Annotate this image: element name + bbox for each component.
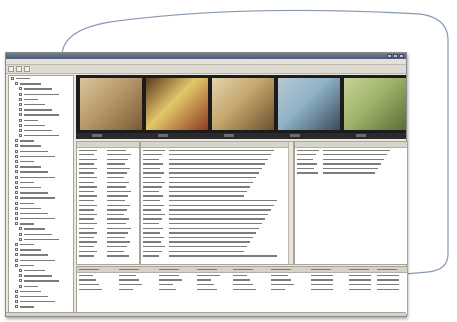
expand-icon[interactable]	[15, 175, 18, 179]
expand-icon[interactable]	[19, 92, 22, 96]
frame-landscape[interactable]	[344, 78, 406, 130]
properties-panel[interactable]	[76, 141, 140, 265]
expand-icon[interactable]	[15, 149, 18, 153]
expand-icon[interactable]	[15, 139, 18, 143]
expand-icon[interactable]	[15, 160, 18, 163]
expand-icon[interactable]	[15, 144, 18, 148]
application-window	[5, 52, 408, 317]
expand-icon[interactable]	[19, 284, 22, 288]
expand-icon[interactable]	[15, 196, 18, 200]
expand-icon[interactable]	[19, 118, 22, 122]
thumbnail-captions	[76, 133, 406, 139]
expand-icon[interactable]	[19, 97, 22, 101]
expand-icon[interactable]	[15, 243, 18, 246]
expand-icon[interactable]	[15, 263, 18, 267]
expand-icon[interactable]	[15, 305, 18, 309]
expand-icon[interactable]	[19, 102, 22, 106]
back-icon[interactable]	[8, 66, 14, 72]
expand-icon[interactable]	[19, 227, 22, 231]
expand-icon[interactable]	[19, 128, 22, 132]
expand-icon[interactable]	[19, 123, 22, 127]
expand-icon[interactable]	[15, 211, 18, 215]
expand-icon[interactable]	[11, 77, 14, 80]
expand-icon[interactable]	[19, 274, 22, 278]
navigation-tree[interactable]	[8, 75, 74, 315]
list-item[interactable]	[295, 171, 407, 176]
expand-icon[interactable]	[15, 191, 18, 195]
list-item[interactable]	[141, 254, 293, 259]
minimize-button[interactable]	[387, 54, 392, 58]
forward-icon[interactable]	[16, 66, 22, 72]
frame-machinery[interactable]	[212, 78, 274, 130]
table-row[interactable]	[77, 307, 407, 312]
details-panel[interactable]	[294, 141, 408, 265]
expand-icon[interactable]	[19, 232, 22, 236]
expand-icon[interactable]	[19, 113, 22, 117]
expand-icon[interactable]	[15, 289, 18, 293]
maximize-button[interactable]	[393, 54, 398, 58]
expand-icon[interactable]	[15, 253, 18, 257]
list-item[interactable]	[77, 254, 139, 259]
vertical-scrollbar[interactable]	[288, 142, 293, 264]
expand-icon[interactable]	[15, 201, 18, 205]
expand-icon[interactable]	[19, 237, 22, 241]
tree-item[interactable]	[9, 304, 73, 309]
expand-icon[interactable]	[15, 206, 18, 210]
expand-icon[interactable]	[15, 248, 18, 252]
close-button[interactable]	[399, 54, 404, 58]
expand-icon[interactable]	[15, 258, 18, 262]
expand-icon[interactable]	[19, 134, 22, 138]
expand-icon[interactable]	[15, 217, 18, 221]
toolbar	[6, 65, 406, 74]
results-table[interactable]	[76, 266, 408, 315]
expand-icon[interactable]	[15, 300, 18, 304]
status-bar	[6, 312, 406, 316]
expand-icon[interactable]	[15, 170, 18, 174]
expand-icon[interactable]	[19, 108, 22, 112]
frame-ship[interactable]	[278, 78, 340, 130]
expand-icon[interactable]	[15, 180, 18, 184]
expand-icon[interactable]	[19, 268, 22, 272]
expand-icon[interactable]	[15, 294, 18, 298]
expand-icon[interactable]	[15, 82, 18, 86]
expand-icon[interactable]	[15, 154, 18, 158]
log-panel[interactable]	[140, 141, 294, 265]
expand-icon[interactable]	[15, 185, 18, 189]
expand-icon[interactable]	[15, 222, 18, 226]
expand-icon[interactable]	[19, 87, 22, 91]
expand-icon[interactable]	[15, 165, 18, 169]
thumbnail-strip	[76, 75, 406, 139]
frame-interior[interactable]	[146, 78, 208, 130]
frame-portrait[interactable]	[80, 78, 142, 130]
home-icon[interactable]	[24, 66, 30, 72]
expand-icon[interactable]	[19, 279, 22, 283]
